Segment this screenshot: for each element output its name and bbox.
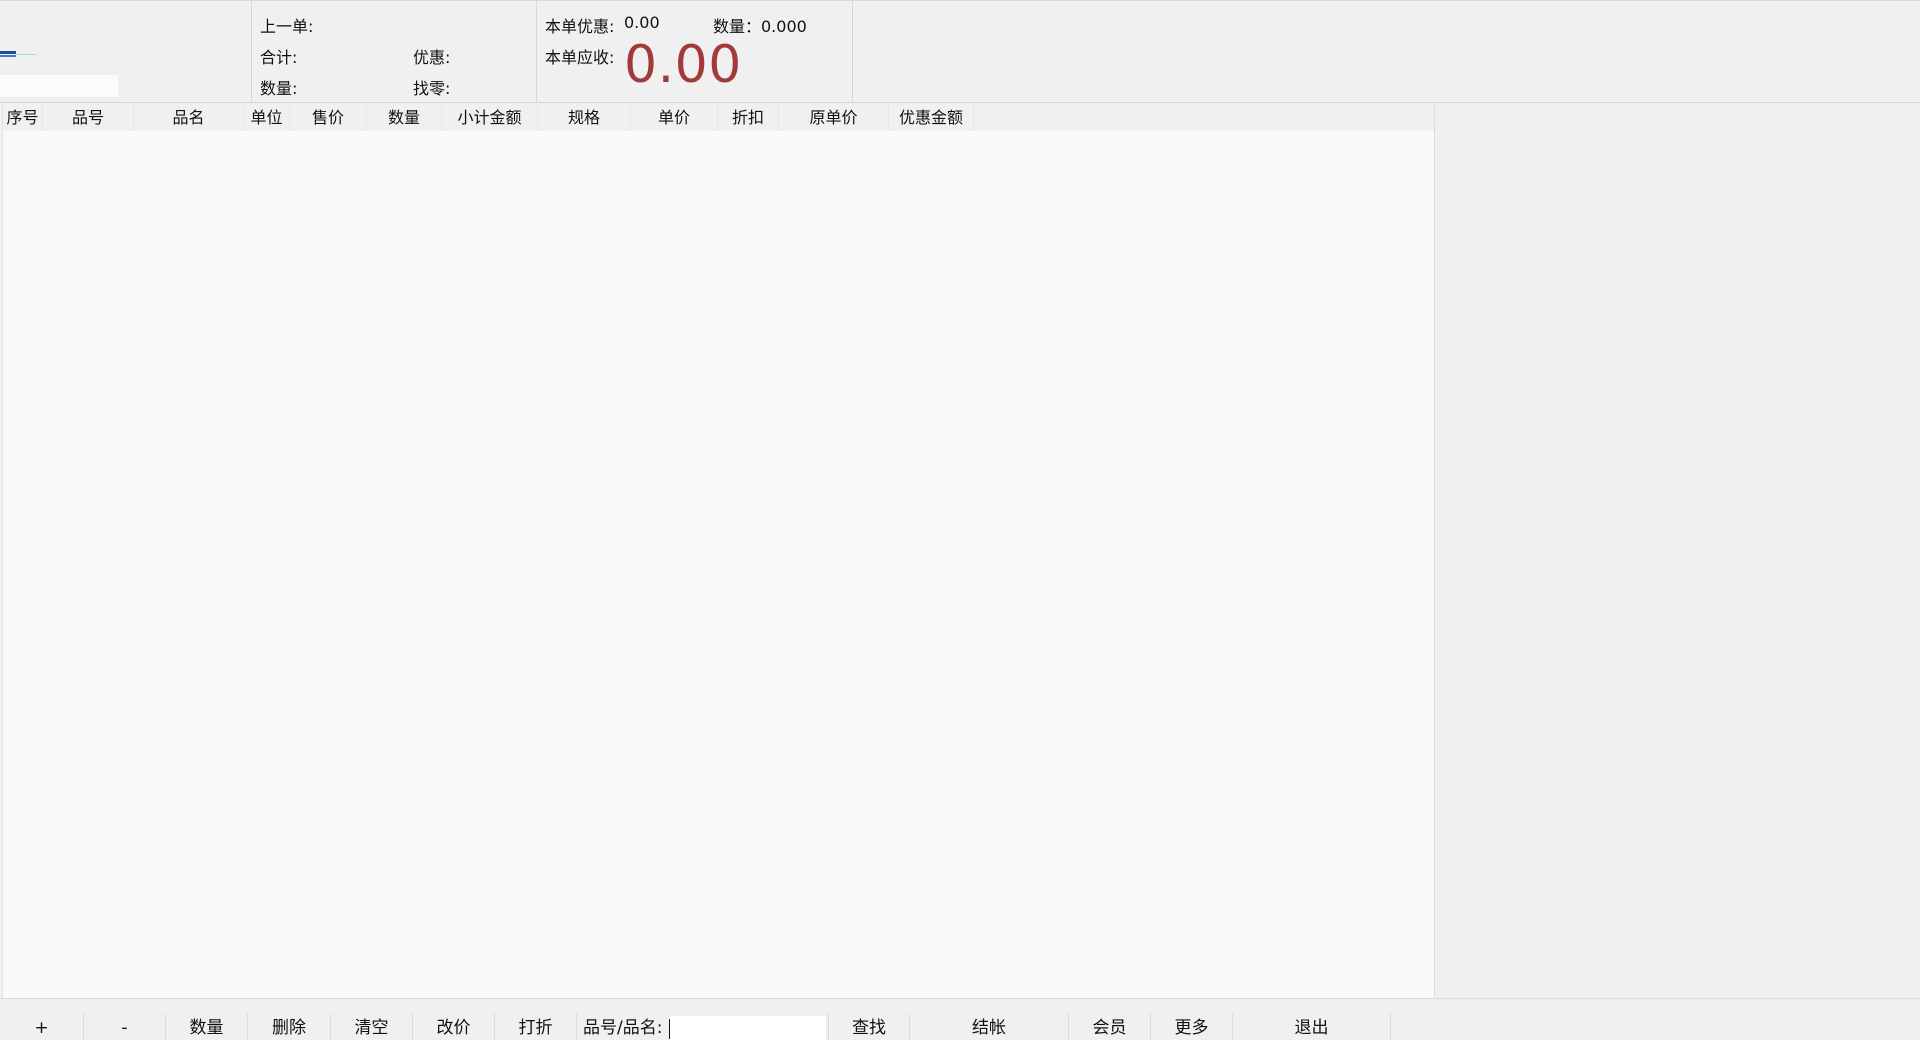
exit-button[interactable]: 退出 xyxy=(1233,1014,1391,1040)
last-change-label: 找零: xyxy=(413,79,451,98)
receivable-amount: 0.00 xyxy=(624,35,742,95)
scan-code-field[interactable] xyxy=(0,75,118,97)
grid-header: 序号 品号 品名 单位 售价 数量 小计金额 规格 单价 折扣 原单价 优惠金额 xyxy=(3,104,1434,131)
find-button[interactable]: 查找 xyxy=(828,1014,910,1040)
logo-bars-icon xyxy=(0,51,36,57)
logo-block xyxy=(0,1,252,103)
right-side-panel xyxy=(1435,104,1920,998)
column-header-item-code[interactable]: 品号 xyxy=(43,104,134,131)
search-input[interactable] xyxy=(669,1016,826,1040)
grid-body[interactable] xyxy=(3,131,1434,998)
column-header-quantity[interactable]: 数量 xyxy=(367,104,442,131)
discount-button[interactable]: 打折 xyxy=(495,1014,577,1040)
quantity-button[interactable]: 数量 xyxy=(166,1014,248,1040)
last-discount-label: 优惠: xyxy=(413,48,451,67)
last-qty-label: 数量: xyxy=(260,79,298,98)
decrease-qty-button[interactable]: - xyxy=(84,1014,166,1040)
more-button[interactable]: 更多 xyxy=(1151,1014,1233,1040)
header-panel: 上一单: 合计: 数量: 优惠: 找零: 本单优惠: 0.00 数量：0.000… xyxy=(0,0,1920,103)
last-order-summary: 上一单: 合计: 数量: 优惠: 找零: xyxy=(252,1,537,103)
clear-button[interactable]: 清空 xyxy=(331,1014,413,1040)
column-header-item-name[interactable]: 品名 xyxy=(134,104,244,131)
column-header-subtotal[interactable]: 小计金额 xyxy=(442,104,538,131)
text-caret xyxy=(669,1019,670,1039)
last-order-label: 上一单: xyxy=(260,17,314,36)
column-header-unit-price[interactable]: 单价 xyxy=(631,104,718,131)
column-header-spec[interactable]: 规格 xyxy=(538,104,631,131)
checkout-button[interactable]: 结帐 xyxy=(910,1014,1069,1040)
current-discount-value: 0.00 xyxy=(624,13,660,32)
column-header-discount[interactable]: 折扣 xyxy=(718,104,779,131)
change-price-button[interactable]: 改价 xyxy=(413,1014,495,1040)
column-header-unit[interactable]: 单位 xyxy=(244,104,290,131)
pos-window: 上一单: 合计: 数量: 优惠: 找零: 本单优惠: 0.00 数量：0.000… xyxy=(0,0,1920,1040)
bottom-toolbar: + - 数量 删除 清空 改价 打折 品号/品名: 查找 结帐 会员 更多 退出 xyxy=(0,998,1920,1040)
column-header-index[interactable]: 序号 xyxy=(3,104,43,131)
order-items-grid[interactable]: 序号 品号 品名 单位 售价 数量 小计金额 规格 单价 折扣 原单价 优惠金额 xyxy=(2,104,1435,998)
column-header-original-price[interactable]: 原单价 xyxy=(779,104,889,131)
search-label: 品号/品名: xyxy=(583,1018,663,1038)
current-order-summary: 本单优惠: 0.00 数量：0.000 本单应收: 0.00 xyxy=(537,1,853,103)
current-discount-label: 本单优惠: xyxy=(545,17,615,36)
receivable-label: 本单应收: xyxy=(545,48,615,67)
increase-qty-button[interactable]: + xyxy=(0,1014,84,1040)
column-header-sale-price[interactable]: 售价 xyxy=(290,104,367,131)
delete-button[interactable]: 删除 xyxy=(248,1014,331,1040)
member-button[interactable]: 会员 xyxy=(1069,1014,1151,1040)
column-header-discount-amount[interactable]: 优惠金额 xyxy=(889,104,974,131)
last-total-label: 合计: xyxy=(260,48,298,67)
current-qty-text: 数量：0.000 xyxy=(713,17,807,36)
